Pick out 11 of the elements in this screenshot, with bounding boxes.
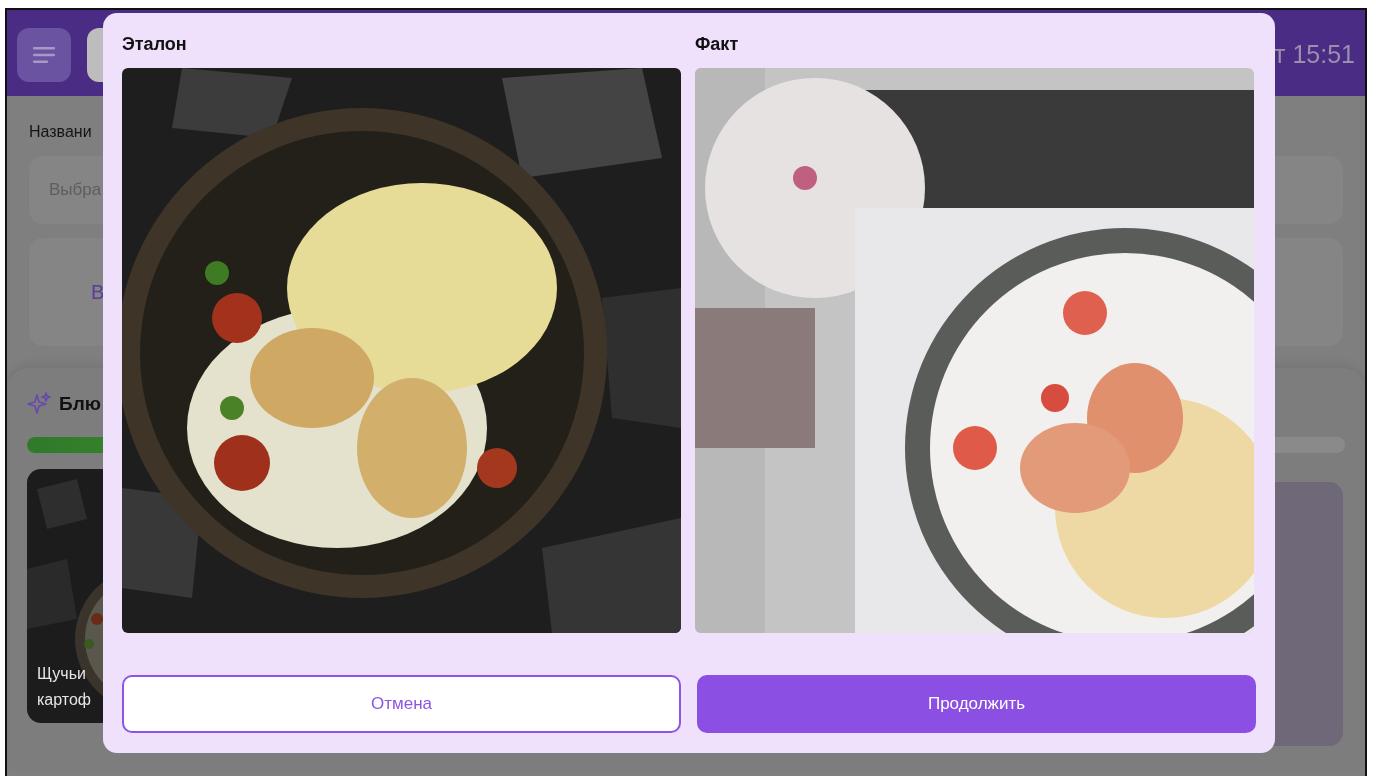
panel-title: Факт xyxy=(695,33,740,56)
field-label: Названи xyxy=(29,123,92,140)
header-date-time: т 15:51 xyxy=(1274,39,1355,70)
panel-title: Эталон xyxy=(122,33,188,56)
menu-button[interactable] xyxy=(17,28,71,82)
cancel-button[interactable]: Отмена xyxy=(122,675,681,733)
continue-button[interactable]: Продолжить xyxy=(697,675,1256,733)
dish-name: Щучьи картоф xyxy=(37,664,92,710)
menu-icon xyxy=(33,47,55,63)
section-title: Блю xyxy=(59,392,101,416)
sparkle-icon xyxy=(27,392,51,417)
